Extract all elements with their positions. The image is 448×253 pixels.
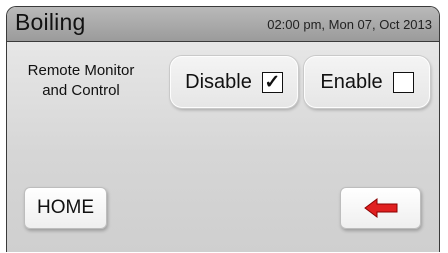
enable-checkbox[interactable] xyxy=(392,71,414,93)
disable-checkbox[interactable]: ✓ xyxy=(261,71,283,93)
disable-option-button[interactable]: Disable ✓ xyxy=(170,56,298,108)
page-title: Boiling xyxy=(15,9,86,35)
home-button-label: HOME xyxy=(37,197,94,218)
header-bar: Boiling 02:00 pm, Mon 07, Oct 2013 xyxy=(7,7,439,42)
setting-label-line2: and Control xyxy=(42,82,120,99)
datetime-display: 02:00 pm, Mon 07, Oct 2013 xyxy=(267,17,432,32)
check-mark-icon: ✓ xyxy=(264,71,281,93)
home-button[interactable]: HOME xyxy=(24,187,107,229)
setting-label-line1: Remote Monitor xyxy=(27,62,135,79)
enable-option-button[interactable]: Enable xyxy=(304,56,430,108)
enable-option-label: Enable xyxy=(320,70,383,93)
setting-label: Remote Monitor and Control xyxy=(14,61,148,101)
left-arrow-icon xyxy=(363,198,397,218)
disable-option-label: Disable xyxy=(185,70,252,93)
back-button[interactable] xyxy=(340,187,421,229)
